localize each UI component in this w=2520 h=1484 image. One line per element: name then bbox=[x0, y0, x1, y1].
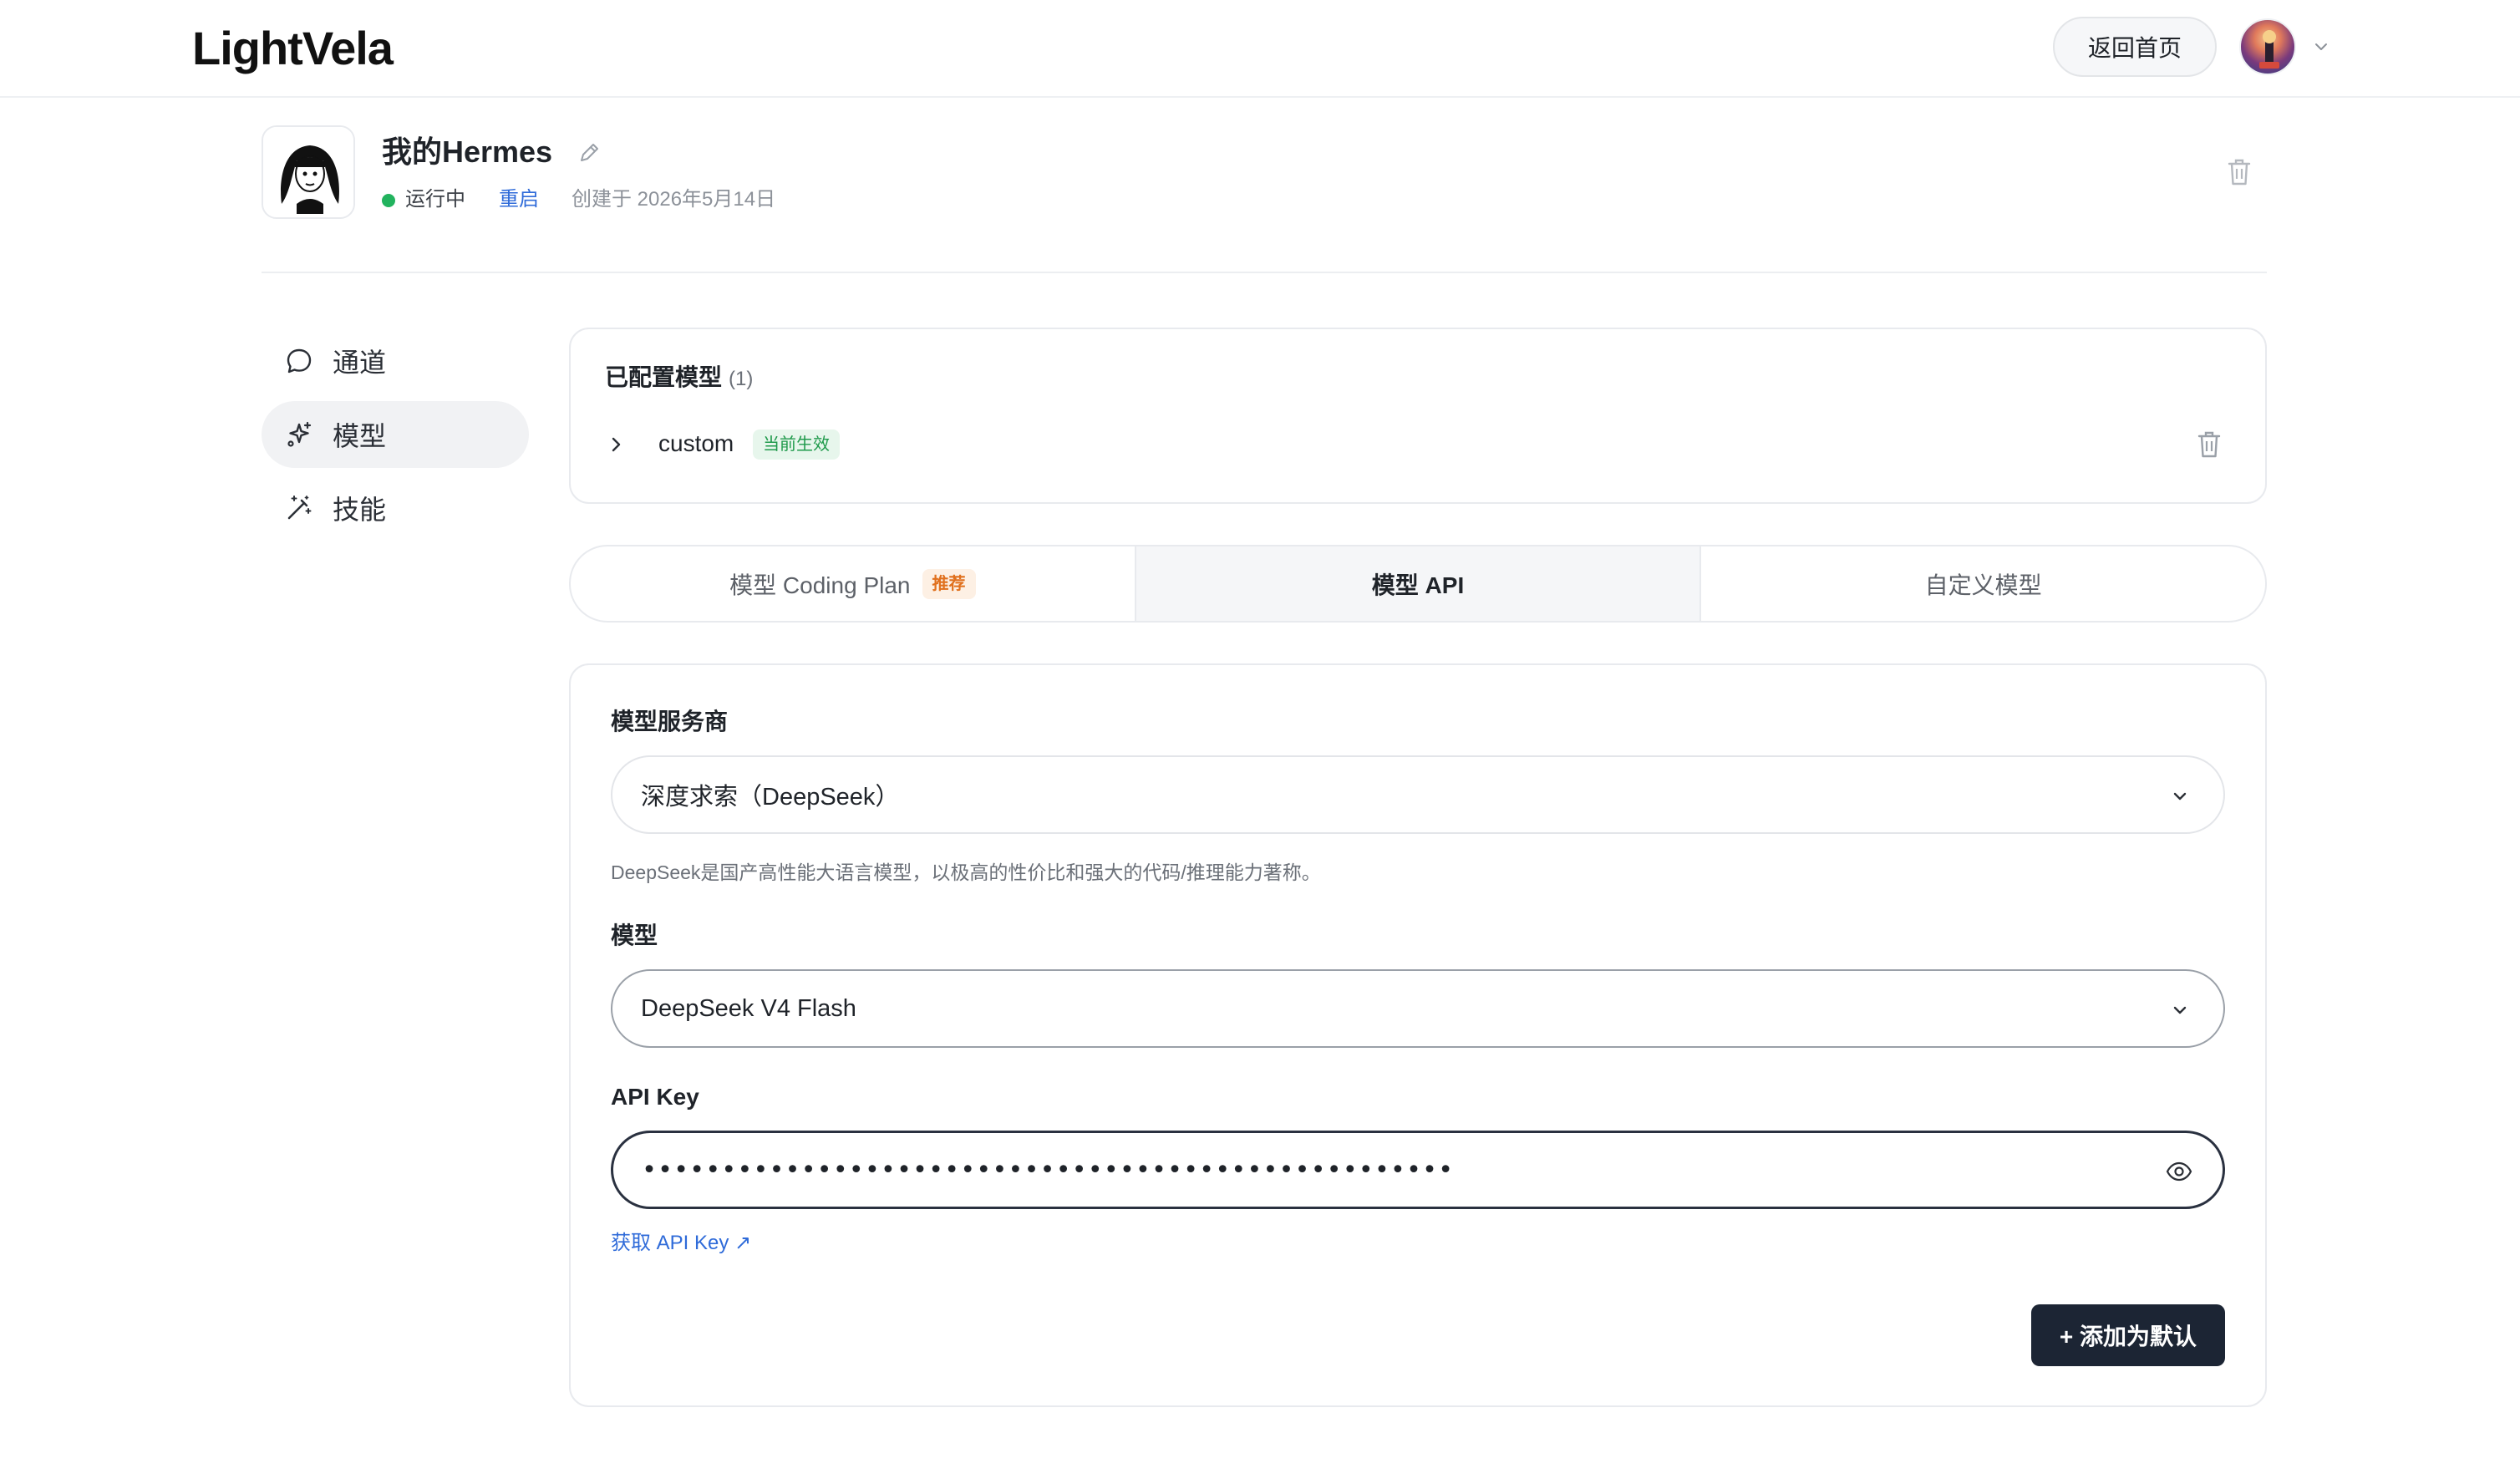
model-select-value: DeepSeek V4 Flash bbox=[641, 994, 856, 1022]
app-logo[interactable]: LightVela bbox=[192, 22, 394, 75]
configured-models-title: 已配置模型 (1) bbox=[605, 363, 753, 394]
sparkle-icon bbox=[287, 421, 312, 447]
model-select[interactable]: DeepSeek V4 Flash bbox=[611, 969, 2225, 1048]
configured-title-text: 已配置模型 bbox=[605, 364, 723, 390]
tab-label: 模型 API bbox=[1371, 572, 1465, 598]
configured-models-card: 已配置模型 (1) custom 当前生效 bbox=[569, 328, 2267, 504]
nav-item-channels[interactable]: 通道 bbox=[262, 328, 529, 394]
status-text: 运行中 bbox=[405, 188, 465, 211]
delete-model-trash-icon[interactable] bbox=[2196, 429, 2223, 460]
delete-instance-trash-icon[interactable] bbox=[2226, 157, 2253, 187]
nav-item-models[interactable]: 模型 bbox=[262, 401, 529, 468]
tab-custom-model[interactable]: 自定义模型 bbox=[1701, 546, 2265, 621]
api-key-label: API Key bbox=[611, 1084, 699, 1110]
back-home-button[interactable]: 返回首页 bbox=[2053, 17, 2217, 77]
configured-count: (1) bbox=[729, 368, 754, 390]
recommended-badge: 推荐 bbox=[922, 568, 976, 599]
provider-description: DeepSeek是国产高性能大语言模型，以极高的性价比和强大的代码/推理能力著称… bbox=[611, 861, 1321, 883]
tab-label: 自定义模型 bbox=[1924, 572, 2042, 598]
status-indicator bbox=[382, 194, 395, 207]
magic-wand-icon bbox=[287, 496, 312, 520]
top-bar: LightVela 返回首页 bbox=[0, 0, 2520, 98]
get-api-key-link[interactable]: 获取 API Key ↗ bbox=[611, 1230, 751, 1257]
instance-name: 我的Hermes bbox=[382, 135, 553, 169]
active-status-badge: 当前生效 bbox=[753, 429, 840, 460]
provider-label: 模型服务商 bbox=[611, 709, 729, 734]
provider-select[interactable]: 深度求索（DeepSeek） bbox=[611, 755, 2225, 834]
nav-item-label: 技能 bbox=[333, 495, 387, 525]
api-key-field[interactable] bbox=[611, 1131, 2225, 1209]
provider-select-value: 深度求索（DeepSeek） bbox=[641, 784, 900, 811]
instance-avatar bbox=[262, 125, 355, 219]
chevron-down-icon[interactable] bbox=[2311, 37, 2331, 57]
eye-icon[interactable] bbox=[2166, 1160, 2192, 1183]
user-avatar[interactable] bbox=[2239, 18, 2296, 75]
chevron-down-icon bbox=[2173, 1006, 2187, 1014]
pencil-icon[interactable] bbox=[577, 140, 602, 165]
chevron-right-icon[interactable] bbox=[604, 433, 627, 456]
nav-item-label: 通道 bbox=[333, 348, 387, 378]
model-source-tabs: 模型 Coding Plan 推荐 模型 API 自定义模型 bbox=[569, 545, 2267, 623]
model-label: 模型 bbox=[611, 922, 658, 948]
tab-label: 模型 Coding Plan bbox=[729, 572, 911, 598]
nav-item-skills[interactable]: 技能 bbox=[262, 475, 529, 541]
restart-link[interactable]: 重启 bbox=[499, 186, 539, 213]
tab-coding-plan[interactable]: 模型 Coding Plan 推荐 bbox=[571, 546, 1136, 621]
header-divider bbox=[262, 272, 2267, 273]
chat-bubble-icon bbox=[287, 348, 312, 374]
avatar-illustration-icon bbox=[2259, 30, 2279, 69]
created-date: 创建于 2026年5月14日 bbox=[572, 188, 776, 211]
add-as-default-button[interactable]: + 添加为默认 bbox=[2031, 1304, 2225, 1366]
instance-portrait-icon bbox=[263, 127, 353, 217]
api-key-input[interactable] bbox=[642, 1145, 2146, 1195]
model-api-form-card: 模型服务商 深度求索（DeepSeek） DeepSeek是国产高性能大语言模型… bbox=[569, 663, 2267, 1407]
chevron-down-icon bbox=[2173, 792, 2187, 800]
nav-item-label: 模型 bbox=[333, 421, 387, 451]
tab-model-api[interactable]: 模型 API bbox=[1136, 546, 1702, 621]
configured-model-name[interactable]: custom bbox=[658, 429, 734, 459]
